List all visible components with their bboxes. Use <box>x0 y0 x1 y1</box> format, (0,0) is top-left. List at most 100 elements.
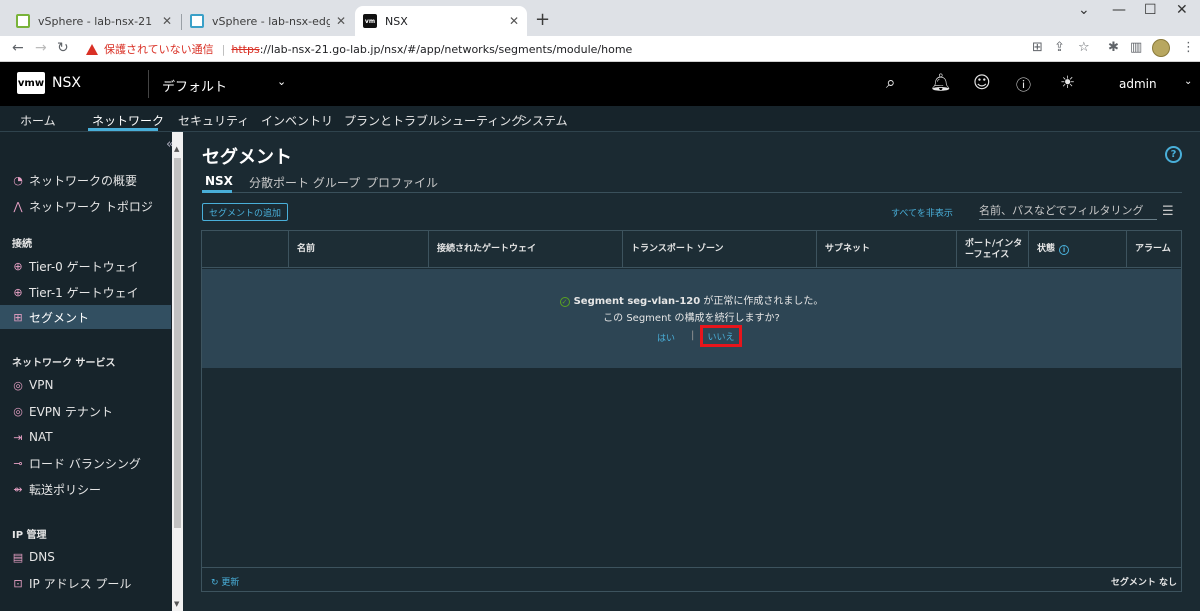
active-nav-indicator <box>88 128 158 131</box>
side-panel-icon[interactable]: ▥ <box>1130 40 1142 55</box>
chevron-down-icon[interactable]: ⌄ <box>277 75 286 88</box>
tab-search-icon[interactable]: ⌄ <box>1078 2 1090 18</box>
tab-nsx[interactable]: NSX <box>205 174 233 188</box>
topology-icon: ⋀ <box>13 199 23 213</box>
bell-icon[interactable]: 🔔︎ <box>930 73 952 93</box>
sidebar-item-dns[interactable]: ▤ DNS <box>0 545 171 569</box>
nav-home[interactable]: ホーム <box>20 112 56 129</box>
minimize-icon[interactable]: — <box>1112 2 1126 18</box>
yes-link[interactable]: はい <box>657 331 675 344</box>
load-balancer-icon: ⊸ <box>13 456 23 470</box>
sidebar-item-segments[interactable]: ⊞ セグメント <box>0 305 171 329</box>
dns-icon: ▤ <box>12 550 24 564</box>
address-bar: ← → ↻ 保護されていない通信 | https ://lab-nsx-21.g… <box>0 36 1200 62</box>
vmware-logo: vmw <box>17 72 45 94</box>
sidebar-item-network-topology[interactable]: ⋀ ネットワーク トポロジ <box>0 194 171 218</box>
close-icon[interactable]: ✕ <box>336 14 346 28</box>
bookmark-star-icon[interactable]: ☆ <box>1078 40 1090 55</box>
window-close-icon[interactable]: ✕ <box>1176 2 1188 18</box>
tab-distributed-port-groups[interactable]: 分散ポート グループ <box>249 174 360 191</box>
nav-inventory[interactable]: インベントリ <box>261 112 333 129</box>
reload-icon[interactable]: ↻ <box>57 40 69 56</box>
vpn-icon: ◎ <box>13 378 23 392</box>
scroll-down-icon[interactable]: ▼ <box>174 600 179 608</box>
forwarding-icon: ⇴ <box>13 482 23 496</box>
warning-icon <box>86 43 98 55</box>
help-icon[interactable]: ? <box>1165 146 1182 163</box>
menu-icon[interactable]: ⋮ <box>1182 40 1195 55</box>
browser-tab-vsphere-edge[interactable]: vSphere - lab-nsx-edge-22 - サマ ✕ <box>182 6 354 36</box>
nav-system[interactable]: システム <box>520 112 568 129</box>
nav-networking[interactable]: ネットワーク <box>92 112 164 129</box>
forward-icon[interactable]: → <box>35 40 47 56</box>
sidebar-item-tier0[interactable]: ⊕ Tier-0 ゲートウェイ <box>0 254 171 278</box>
url-path: ://lab-nsx-21.go-lab.jp/nsx/#/app/networ… <box>259 42 633 56</box>
grid-header: 名前 接続されたゲートウェイ トランスポート ゾーン サブネット ポート/インタ… <box>202 231 1181 268</box>
column-connected-gateway[interactable]: 接続されたゲートウェイ <box>428 231 622 268</box>
column-transport-zone[interactable]: トランスポート ゾーン <box>622 231 816 268</box>
sidebar-item-forwarding-policy[interactable]: ⇴ 転送ポリシー <box>0 477 171 501</box>
active-tab-indicator <box>202 190 232 193</box>
context-selector[interactable]: デフォルト <box>162 76 227 95</box>
continue-question: この Segment の構成を続行しますか? <box>603 313 780 324</box>
sidebar-section-network-services: ネットワーク サービス <box>12 358 116 369</box>
filter-input[interactable] <box>979 202 1157 220</box>
sidebar-item-ip-pools[interactable]: ⊡ IP アドレス プール <box>0 571 171 595</box>
highlight-box: いいえ <box>700 325 742 347</box>
url-field[interactable]: 保護されていない通信 | https ://lab-nsx-21.go-lab.… <box>80 38 1020 60</box>
back-icon[interactable]: ← <box>12 40 24 56</box>
scroll-up-icon[interactable]: ▲ <box>174 145 179 153</box>
filter-menu-icon[interactable]: ☰ <box>1162 204 1174 219</box>
new-tab-button[interactable]: + <box>535 9 550 30</box>
url-scheme: https <box>231 42 260 56</box>
sidebar-scroll-thumb[interactable] <box>174 158 181 528</box>
column-name[interactable]: 名前 <box>288 231 428 268</box>
sidebar-item-tier1[interactable]: ⊕ Tier-1 ゲートウェイ <box>0 280 171 304</box>
success-message: ✓ Segment seg-vlan-120 が正常に作成されました。 <box>202 292 1181 307</box>
column-alarms[interactable]: アラーム <box>1126 231 1181 268</box>
product-name: NSX <box>52 75 81 91</box>
segment-count: セグメント なし <box>1110 578 1177 588</box>
column-subnet[interactable]: サブネット <box>816 231 956 268</box>
column-status[interactable]: 状態 i <box>1028 231 1126 268</box>
info-icon[interactable]: i <box>1059 244 1070 255</box>
nav-plan-troubleshoot[interactable]: プランとトラブルシューティング <box>344 112 523 129</box>
sidebar-item-load-balancing[interactable]: ⊸ ロード バランシング <box>0 451 171 475</box>
chevron-down-icon[interactable]: ⌄ <box>1184 76 1192 87</box>
nat-icon: ⇥ <box>13 430 23 444</box>
translate-icon[interactable]: ⊞ <box>1032 40 1043 55</box>
nsx-icon: vm <box>363 14 377 28</box>
user-menu[interactable]: admin <box>1119 77 1157 91</box>
share-icon[interactable]: ⇪ <box>1054 40 1065 55</box>
close-icon[interactable]: ✕ <box>509 14 519 28</box>
segment-icon: ⊞ <box>13 310 23 324</box>
refresh-button[interactable]: ↻ 更新 <box>211 575 239 588</box>
close-icon[interactable]: ✕ <box>162 14 172 28</box>
search-icon[interactable]: ⌕ <box>886 73 896 93</box>
segment-name: Segment seg-vlan-120 <box>573 296 701 307</box>
tab-profiles[interactable]: プロファイル <box>366 174 438 191</box>
sidebar-item-evpn[interactable]: ◎ EVPN テナント <box>0 399 171 423</box>
insecure-label: 保護されていない通信 <box>104 43 214 56</box>
extensions-icon[interactable]: ✱ <box>1108 40 1119 55</box>
help-icon[interactable]: ⓘ <box>1016 74 1031 95</box>
maximize-icon[interactable]: ☐ <box>1144 2 1157 18</box>
column-ports[interactable]: ポート/インターフェイス <box>956 231 1028 268</box>
sidebar-item-vpn[interactable]: ◎ VPN <box>0 373 171 397</box>
collapse-all-link[interactable]: すべてを非表示 <box>891 206 953 219</box>
nav-security[interactable]: セキュリティ <box>178 112 249 129</box>
browser-tab-nsx[interactable]: vm NSX ✕ <box>355 6 527 36</box>
feedback-smiley-icon[interactable]: ☺ <box>973 73 991 93</box>
tab-title: NSX <box>385 14 408 28</box>
sidebar-section-connect: 接続 <box>12 239 32 250</box>
profile-avatar[interactable] <box>1152 39 1170 57</box>
add-segment-button[interactable]: セグメントの追加 <box>202 203 288 221</box>
sidebar-item-network-overview[interactable]: ◔ ネットワークの概要 <box>0 168 171 192</box>
no-link[interactable]: いいえ <box>707 330 734 343</box>
success-check-icon: ✓ <box>559 297 570 307</box>
browser-tab-bar: vSphere - lab-nsx-21 - スナップショ ✕ vSphere … <box>0 0 1200 36</box>
gateway-icon: ⊕ <box>13 259 23 273</box>
theme-sun-icon[interactable]: ☀ <box>1060 73 1075 93</box>
browser-tab-vsphere-nsx[interactable]: vSphere - lab-nsx-21 - スナップショ ✕ <box>8 6 180 36</box>
sidebar-item-nat[interactable]: ⇥ NAT <box>0 425 171 449</box>
